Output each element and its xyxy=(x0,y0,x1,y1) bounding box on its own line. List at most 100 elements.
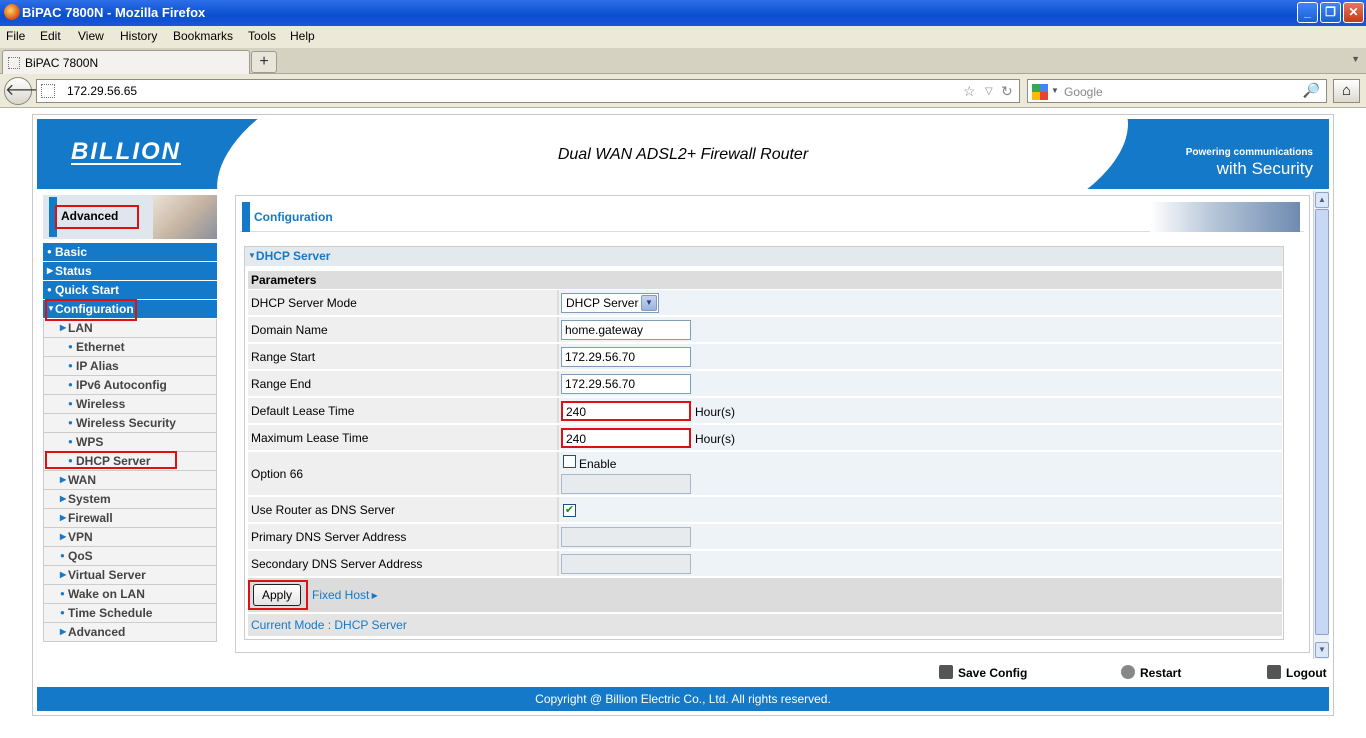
search-magnifier-icon[interactable]: 🔎 xyxy=(1303,82,1320,99)
new-tab-button[interactable]: + xyxy=(251,51,277,73)
site-identity-icon[interactable] xyxy=(41,84,55,98)
nav-status[interactable]: ▶ Status xyxy=(43,262,217,281)
search-box[interactable]: ▼ Google 🔎 xyxy=(1027,79,1327,103)
use-router-dns-checkbox[interactable]: ✔ xyxy=(563,504,576,517)
nav-lan[interactable]: ▶ LAN xyxy=(43,319,217,338)
powering-line-1: Powering communications xyxy=(1185,147,1313,158)
menu-edit[interactable]: Edit xyxy=(40,29,61,43)
address-bar[interactable]: 172.29.56.65 ☆ ▽ ↻ xyxy=(36,79,1020,103)
row-label: Secondary DNS Server Address xyxy=(248,551,557,576)
nav-label: WAN xyxy=(68,473,96,487)
primary-dns-input[interactable] xyxy=(561,527,691,547)
panel-title: DHCP Server xyxy=(255,249,331,263)
history-dropdown-icon[interactable]: ▽ xyxy=(985,86,993,97)
page-banner: BILLION Dual WAN ADSL2+ Firewall Router … xyxy=(37,119,1329,189)
row-option-66: Option 66 Enable xyxy=(248,452,1282,497)
nav-advanced[interactable]: ▶ Advanced xyxy=(43,623,217,642)
nav-vpn[interactable]: ▶ VPN xyxy=(43,528,217,547)
menu-bar: File Edit View History Bookmarks Tools H… xyxy=(0,26,1366,48)
nav-label: Firewall xyxy=(68,511,113,525)
parameters-heading: Parameters xyxy=(248,271,1282,289)
nav-label: IPv6 Autoconfig xyxy=(76,378,167,392)
engine-dropdown-icon[interactable]: ▼ xyxy=(1051,86,1059,95)
row-label: Maximum Lease Time xyxy=(248,425,557,450)
bullet-icon: ● xyxy=(60,551,65,560)
panel-header[interactable]: ▼DHCP Server xyxy=(245,247,1283,266)
arrow-right-icon: ▶ xyxy=(60,494,67,503)
office-photo xyxy=(1150,202,1300,232)
row-domain-name: Domain Name home.gateway xyxy=(248,317,1282,344)
secondary-dns-input[interactable] xyxy=(561,554,691,574)
save-config-button[interactable]: Save Config xyxy=(939,665,1027,680)
option66-input[interactable] xyxy=(561,474,691,494)
nav-wake-on-lan[interactable]: ● Wake on LAN xyxy=(43,585,217,604)
nav-ipv6-autoconfig[interactable]: ● IPv6 Autoconfig xyxy=(43,376,217,395)
bookmark-star-icon[interactable]: ☆ xyxy=(963,83,976,100)
browser-tab[interactable]: BiPAC 7800N xyxy=(2,50,250,74)
nav-ip-alias[interactable]: ● IP Alias xyxy=(43,357,217,376)
scroll-up-icon[interactable]: ▲ xyxy=(1315,192,1329,208)
window-titlebar: BiPAC 7800N - Mozilla Firefox _ ❐ ✕ xyxy=(0,0,1366,26)
minimize-button[interactable]: _ xyxy=(1297,2,1318,23)
nav-virtual-server[interactable]: ▶ Virtual Server xyxy=(43,566,217,585)
bullet-icon: ● xyxy=(68,399,73,408)
scroll-down-icon[interactable]: ▼ xyxy=(1315,642,1329,658)
row-dhcp-mode: DHCP Server Mode DHCP Server ▼ xyxy=(248,290,1282,317)
menu-view[interactable]: View xyxy=(78,29,104,43)
google-search-engine-icon[interactable] xyxy=(1032,84,1048,100)
nav-basic[interactable]: ● Basic xyxy=(43,243,217,262)
fixed-host-link[interactable]: Fixed Host ▶ xyxy=(312,588,378,602)
scroll-thumb[interactable] xyxy=(1315,209,1329,635)
tab-list-arrow-icon[interactable]: ▼ xyxy=(1351,54,1360,64)
nav-ethernet[interactable]: ● Ethernet xyxy=(43,338,217,357)
nav-wan[interactable]: ▶ WAN xyxy=(43,471,217,490)
nav-quick-start[interactable]: ● Quick Start xyxy=(43,281,217,300)
nav-time-schedule[interactable]: ● Time Schedule xyxy=(43,604,217,623)
page-scrollbar[interactable]: ▲ ▼ xyxy=(1313,191,1329,659)
arrow-right-icon: ▶ xyxy=(60,627,67,636)
row-label: DHCP Server Mode xyxy=(248,290,557,315)
nav-label: Wireless xyxy=(76,397,126,411)
nav-wireless-security[interactable]: ● Wireless Security xyxy=(43,414,217,433)
nav-wps[interactable]: ● WPS xyxy=(43,433,217,452)
row-value: Enable xyxy=(559,452,1282,495)
url-text: 172.29.56.65 xyxy=(67,84,138,98)
logout-button[interactable]: Logout xyxy=(1267,665,1327,680)
nav-system[interactable]: ▶ System xyxy=(43,490,217,509)
nav-label: Quick Start xyxy=(55,283,120,297)
apply-button[interactable]: Apply xyxy=(253,584,301,606)
menu-bookmarks[interactable]: Bookmarks xyxy=(173,29,233,43)
option66-enable-checkbox[interactable] xyxy=(563,455,576,468)
row-label: Domain Name xyxy=(248,317,557,342)
close-button[interactable]: ✕ xyxy=(1343,2,1364,23)
nav-label: Virtual Server xyxy=(68,568,146,582)
nav-qos[interactable]: ● QoS xyxy=(43,547,217,566)
dhcp-mode-select[interactable]: DHCP Server ▼ xyxy=(561,293,659,313)
menu-help[interactable]: Help xyxy=(290,29,315,43)
left-navigation: ● Basic ▶ Status ● Quick Start ▼ Configurati… xyxy=(43,243,217,642)
window-title: BiPAC 7800N - Mozilla Firefox xyxy=(22,5,206,20)
domain-name-input[interactable]: home.gateway xyxy=(561,320,691,340)
menu-history[interactable]: History xyxy=(120,29,157,43)
menu-tools[interactable]: Tools xyxy=(248,29,276,43)
bullet-icon: ● xyxy=(47,285,52,294)
menu-file[interactable]: File xyxy=(6,29,25,43)
home-button[interactable]: ⌂ xyxy=(1333,79,1360,103)
row-value xyxy=(559,524,1282,549)
back-button[interactable]: 🡐 xyxy=(4,77,48,105)
range-end-input[interactable]: 172.29.56.70 xyxy=(561,374,691,394)
nav-label: IP Alias xyxy=(76,359,119,373)
nav-firewall[interactable]: ▶ Firewall xyxy=(43,509,217,528)
row-label: Primary DNS Server Address xyxy=(248,524,557,549)
row-value: home.gateway xyxy=(559,317,1282,342)
restart-button[interactable]: Restart xyxy=(1121,665,1181,680)
reload-icon[interactable]: ↻ xyxy=(1001,83,1013,100)
max-lease-input[interactable]: 240 xyxy=(561,428,691,448)
maximize-button[interactable]: ❐ xyxy=(1320,2,1341,23)
default-lease-input[interactable]: 240 xyxy=(561,401,691,421)
row-label: Range End xyxy=(248,371,557,396)
nav-wireless[interactable]: ● Wireless xyxy=(43,395,217,414)
nav-label: QoS xyxy=(68,549,93,563)
range-start-input[interactable]: 172.29.56.70 xyxy=(561,347,691,367)
row-value: ✔ xyxy=(559,497,1282,522)
